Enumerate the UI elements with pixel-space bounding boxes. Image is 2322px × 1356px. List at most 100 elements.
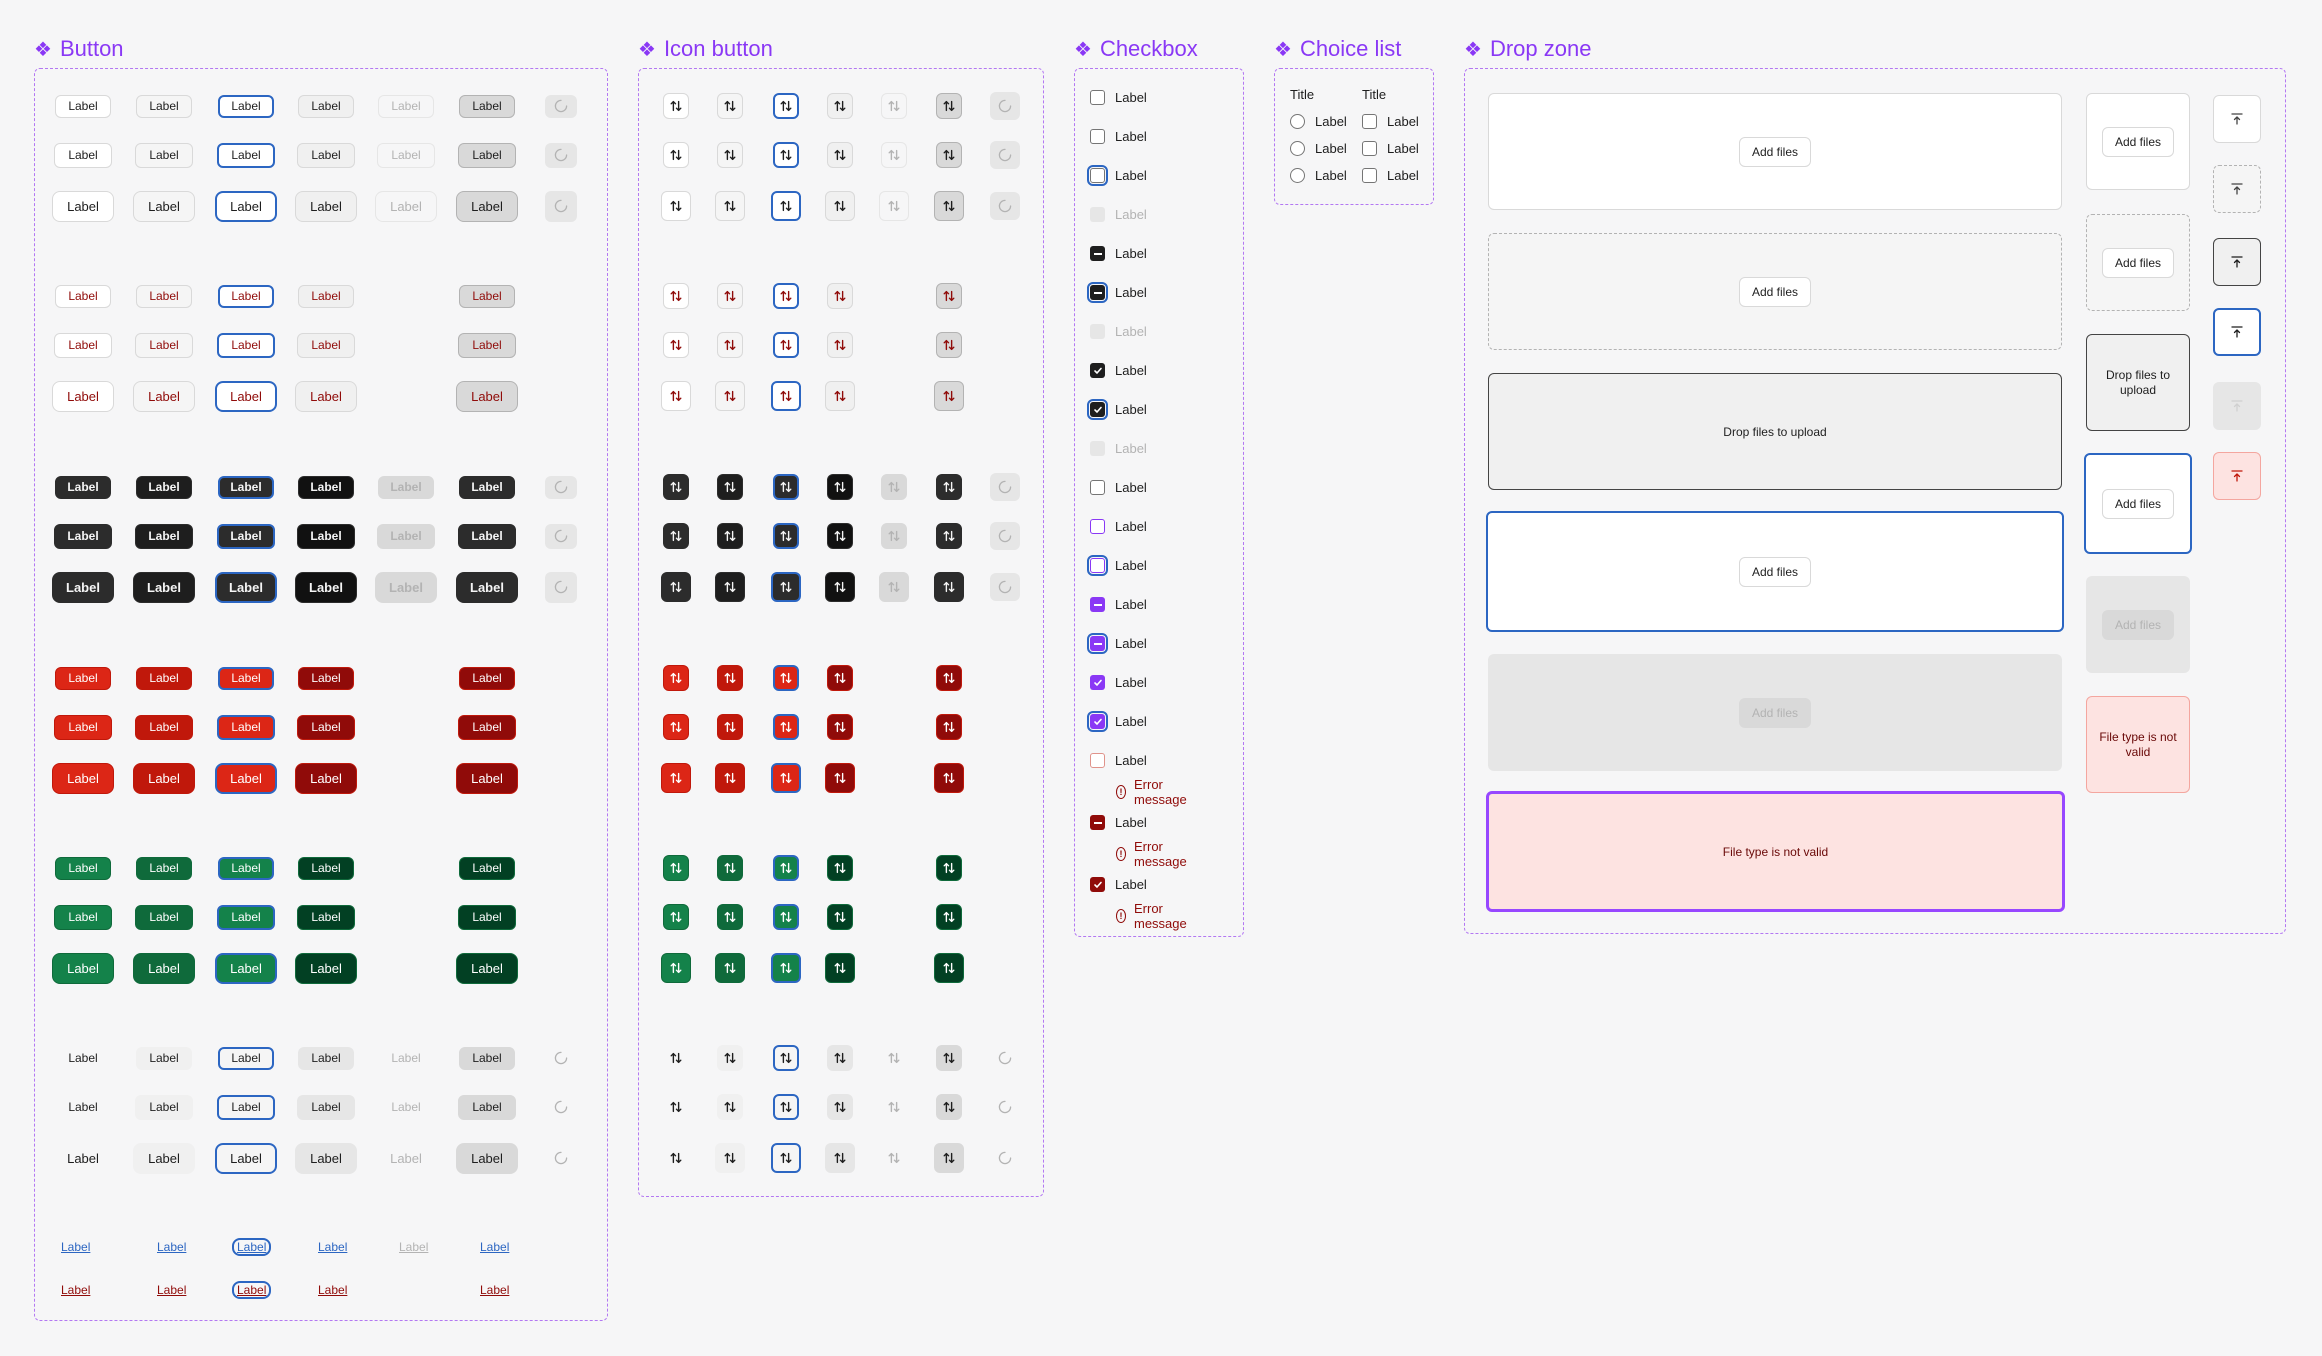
swap-icon-button[interactable]	[936, 474, 962, 500]
link-button[interactable]: Label	[232, 1238, 272, 1256]
label-button[interactable]: Label	[215, 571, 277, 603]
checkbox-box[interactable]	[1090, 363, 1105, 378]
link-button[interactable]: Label	[58, 1238, 93, 1256]
swap-icon-button[interactable]	[663, 332, 689, 358]
swap-icon-button[interactable]	[936, 1094, 962, 1120]
checkbox-indeterminate-brand-focus[interactable]: Label	[1087, 633, 1147, 654]
swap-icon-button[interactable]	[825, 191, 855, 221]
checkbox-unchecked[interactable]: Label	[1090, 90, 1147, 105]
swap-icon-button[interactable]	[773, 855, 799, 881]
checkbox-error-indeterminate[interactable]: Label	[1090, 815, 1147, 830]
swap-icon-button[interactable]	[934, 191, 964, 221]
add-files-button[interactable]: Add files	[2101, 126, 2175, 157]
label-button[interactable]: Label	[295, 571, 357, 603]
checkbox-box[interactable]	[1090, 815, 1105, 830]
label-button[interactable]: Label	[459, 1046, 515, 1070]
label-button[interactable]: Label	[54, 714, 112, 740]
checkbox-option[interactable]: Label	[1362, 114, 1419, 129]
swap-icon-button[interactable]	[773, 1094, 799, 1120]
label-button[interactable]: Label	[295, 380, 357, 412]
checkbox-box[interactable]	[1362, 141, 1377, 156]
swap-icon-button[interactable]	[827, 1045, 853, 1071]
drop-zone-small[interactable]	[2213, 165, 2261, 213]
swap-icon-button[interactable]	[773, 904, 799, 930]
swap-icon-button[interactable]	[773, 142, 799, 168]
label-button[interactable]: Label	[55, 666, 111, 690]
label-button[interactable]: Label	[217, 523, 275, 549]
checkbox-unchecked-brand-focus[interactable]: Label	[1087, 555, 1147, 576]
swap-icon-button[interactable]	[934, 953, 964, 983]
swap-icon-button[interactable]	[773, 714, 799, 740]
swap-icon-button[interactable]	[663, 1045, 689, 1071]
checkbox-box[interactable]	[1090, 675, 1105, 690]
swap-icon-button[interactable]	[717, 1094, 743, 1120]
drop-zone-medium-default[interactable]: Add files	[2086, 93, 2190, 190]
checkbox-indeterminate[interactable]: Label	[1090, 246, 1147, 261]
label-button[interactable]: Label	[55, 475, 111, 499]
swap-icon-button[interactable]	[773, 474, 799, 500]
drop-zone-drag-over[interactable]: Drop files to upload	[1488, 373, 2062, 490]
checkbox-box[interactable]	[1087, 555, 1108, 576]
checkbox-box[interactable]	[1090, 129, 1105, 144]
drop-zone-medium-hover[interactable]: Add files	[2086, 214, 2190, 311]
swap-icon-button[interactable]	[827, 665, 853, 691]
link-button[interactable]: Label	[477, 1238, 512, 1256]
swap-icon-button[interactable]	[715, 1143, 745, 1173]
swap-icon-button[interactable]	[936, 142, 962, 168]
label-button[interactable]: Label	[55, 856, 111, 880]
swap-icon-button[interactable]	[717, 93, 743, 119]
label-button[interactable]: Label	[52, 380, 114, 412]
checkbox-option[interactable]: Label	[1362, 141, 1419, 156]
radio-option[interactable]: Label	[1290, 114, 1347, 129]
label-button[interactable]: Label	[456, 571, 518, 603]
label-button[interactable]: Label	[456, 380, 518, 412]
drop-zone-small[interactable]	[2213, 95, 2261, 143]
swap-icon-button[interactable]	[717, 665, 743, 691]
label-button[interactable]: Label	[297, 523, 355, 549]
label-button[interactable]: Label	[217, 904, 275, 930]
label-button[interactable]: Label	[297, 1094, 355, 1120]
swap-icon-button[interactable]	[715, 763, 745, 793]
swap-icon-button[interactable]	[663, 714, 689, 740]
drop-zone-medium-focus[interactable]: Add files	[2084, 453, 2192, 554]
swap-icon-button[interactable]	[771, 381, 801, 411]
label-button[interactable]: Label	[136, 94, 192, 118]
link-button[interactable]: Label	[154, 1238, 189, 1256]
label-button[interactable]: Label	[459, 94, 515, 118]
drop-zone-hover[interactable]: Add files	[1488, 233, 2062, 350]
drop-zone-small[interactable]	[2213, 452, 2261, 500]
label-button[interactable]: Label	[136, 856, 192, 880]
checkbox-box[interactable]	[1090, 90, 1105, 105]
checkbox-box[interactable]	[1090, 519, 1105, 534]
label-button[interactable]: Label	[55, 1047, 111, 1070]
swap-icon-button[interactable]	[773, 523, 799, 549]
label-button[interactable]: Label	[298, 94, 354, 118]
add-files-button[interactable]: Add files	[2101, 247, 2175, 278]
swap-icon-button[interactable]	[661, 1143, 691, 1173]
swap-icon-button[interactable]	[827, 855, 853, 881]
label-button[interactable]: Label	[52, 762, 114, 794]
checkbox-box[interactable]	[1090, 246, 1105, 261]
checkbox-box[interactable]	[1090, 753, 1105, 768]
swap-icon-button[interactable]	[827, 1094, 853, 1120]
label-button[interactable]: Label	[217, 332, 275, 358]
swap-icon-button[interactable]	[827, 283, 853, 309]
label-button[interactable]: Label	[55, 94, 111, 118]
checkbox-box[interactable]	[1090, 480, 1105, 495]
swap-icon-button[interactable]	[663, 1094, 689, 1120]
swap-icon-button[interactable]	[773, 93, 799, 119]
checkbox-checked-brand-focus[interactable]: Label	[1087, 711, 1147, 732]
checkbox-box[interactable]	[1087, 282, 1108, 303]
swap-icon-button[interactable]	[936, 904, 962, 930]
label-button[interactable]: Label	[298, 475, 354, 499]
checkbox-option[interactable]: Label	[1362, 168, 1419, 183]
swap-icon-button[interactable]	[717, 714, 743, 740]
label-button[interactable]: Label	[297, 714, 355, 740]
label-button[interactable]: Label	[459, 284, 515, 308]
label-button[interactable]: Label	[54, 332, 112, 358]
swap-icon-button[interactable]	[771, 953, 801, 983]
label-button[interactable]: Label	[298, 856, 354, 880]
swap-icon-button[interactable]	[827, 332, 853, 358]
swap-icon-button[interactable]	[827, 904, 853, 930]
checkbox-box[interactable]	[1087, 399, 1108, 420]
